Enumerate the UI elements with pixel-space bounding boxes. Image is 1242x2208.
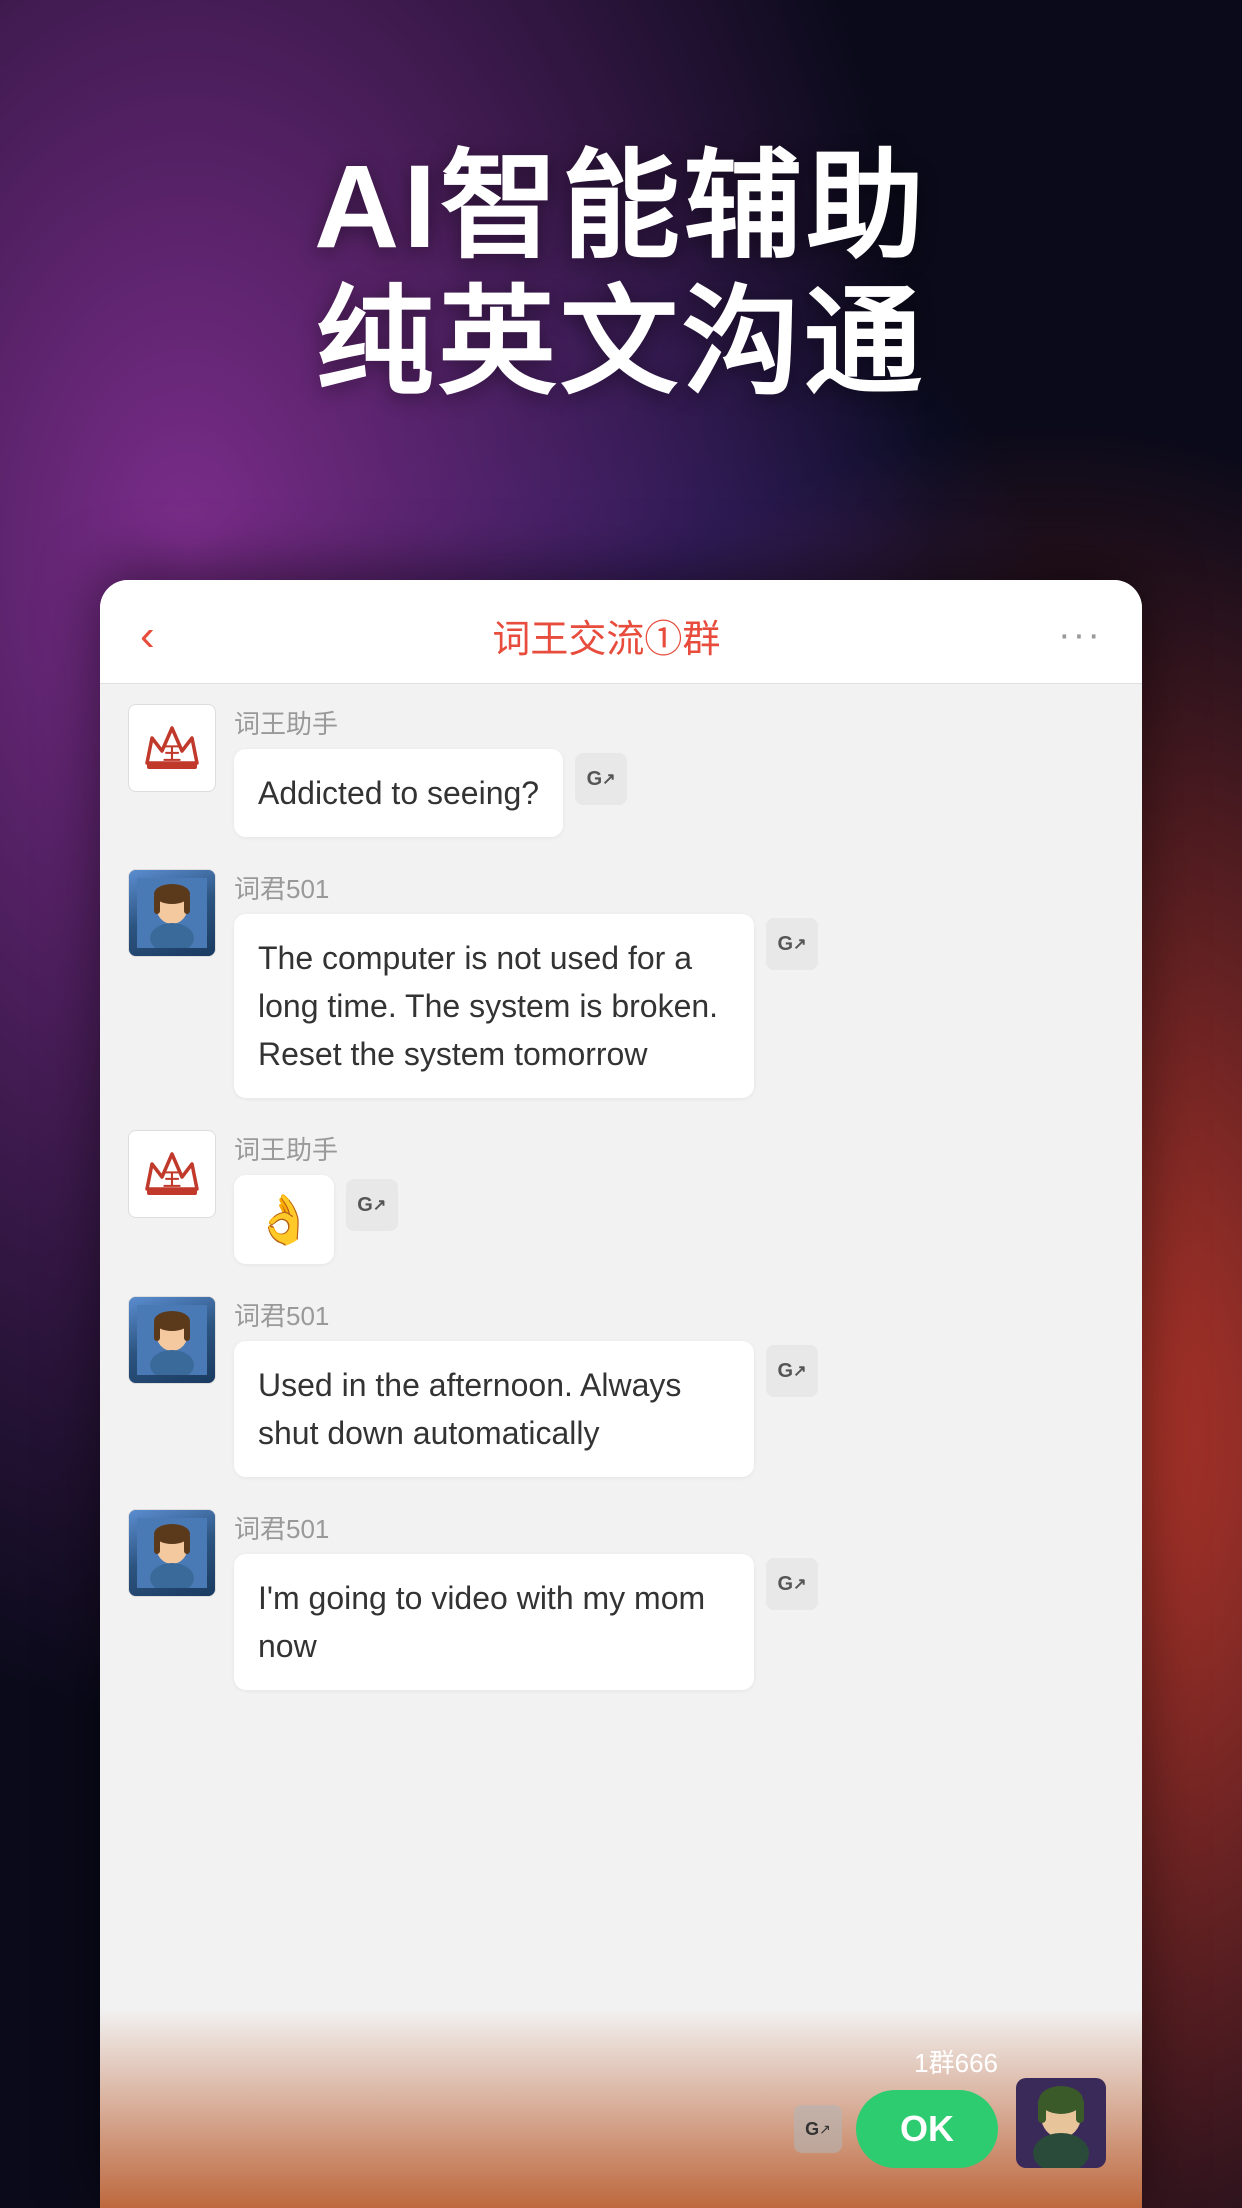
more-button[interactable]: ··· bbox=[1058, 614, 1102, 657]
message-content: 词君501 Used in the afternoon. Always shut… bbox=[234, 1296, 1114, 1477]
message-row: 词君501 The computer is not used for a lon… bbox=[128, 869, 1114, 1098]
translate-button[interactable]: G↗ bbox=[794, 2105, 842, 2153]
translate-icon[interactable]: G↗ bbox=[575, 753, 627, 805]
message-row: 王 词王助手 Addicted to seeing? G↗ bbox=[128, 704, 1114, 837]
bottom-bar: 1群666 G↗ OK bbox=[100, 2008, 1142, 2208]
bubble-row: I'm going to video with my mom now G↗ bbox=[234, 1554, 1114, 1690]
bubble-row: 👌 G↗ bbox=[234, 1175, 1114, 1264]
chat-header: ‹ 词王交流①群 ··· bbox=[100, 580, 1142, 684]
message-row: 词君501 Used in the afternoon. Always shut… bbox=[128, 1296, 1114, 1477]
translate-icon[interactable]: G↗ bbox=[766, 1345, 818, 1397]
translate-icon[interactable]: G↗ bbox=[766, 918, 818, 970]
chat-window: ‹ 词王交流①群 ··· 王 词王助手 Addicted to bbox=[100, 580, 1142, 2208]
ok-button[interactable]: OK bbox=[856, 2090, 998, 2168]
user-avatar-svg bbox=[137, 1305, 207, 1375]
hero-line2: 纯英文沟通 bbox=[316, 277, 926, 409]
user-avatar-icon bbox=[129, 1297, 215, 1383]
user-avatar-svg bbox=[137, 1518, 207, 1588]
message-bubble: The computer is not used for a long time… bbox=[234, 914, 754, 1098]
user-avatar-icon bbox=[129, 1510, 215, 1596]
assistant-avatar-icon: 王 bbox=[137, 713, 207, 783]
sender-name: 词王助手 bbox=[234, 704, 1114, 741]
bottom-spacer bbox=[128, 1722, 1114, 1922]
svg-text:王: 王 bbox=[163, 1170, 181, 1190]
sender-name: 词君501 bbox=[234, 1509, 1114, 1546]
message-content: 词王助手 👌 G↗ bbox=[234, 1130, 1114, 1264]
message-bubble: I'm going to video with my mom now bbox=[234, 1554, 754, 1690]
group-badge: 1群666 bbox=[914, 2043, 998, 2080]
bubble-row: Used in the afternoon. Always shut down … bbox=[234, 1341, 1114, 1477]
message-bubble: Used in the afternoon. Always shut down … bbox=[234, 1341, 754, 1477]
avatar: 王 bbox=[128, 704, 216, 792]
assistant-avatar-icon: 王 bbox=[137, 1139, 207, 1209]
translate-icon[interactable]: G↗ bbox=[766, 1558, 818, 1610]
avatar bbox=[128, 1509, 216, 1597]
bottom-actions: G↗ OK bbox=[794, 2090, 998, 2168]
svg-text:王: 王 bbox=[163, 744, 181, 764]
avatar: 王 bbox=[128, 1130, 216, 1218]
bubble-row: Addicted to seeing? G↗ bbox=[234, 749, 1114, 837]
bubble-row: The computer is not used for a long time… bbox=[234, 914, 1114, 1098]
back-button[interactable]: ‹ bbox=[140, 614, 155, 658]
chat-body: 王 词王助手 Addicted to seeing? G↗ bbox=[100, 684, 1142, 2192]
sender-name: 词王助手 bbox=[234, 1130, 1114, 1167]
hero-title: AI智能辅助 纯英文沟通 bbox=[0, 140, 1242, 411]
bottom-avatar-icon bbox=[1016, 2078, 1106, 2168]
translate-icon[interactable]: G↗ bbox=[346, 1179, 398, 1231]
chat-title: 词王交流①群 bbox=[492, 608, 720, 663]
message-bubble: Addicted to seeing? bbox=[234, 749, 563, 837]
hero-line1: AI智能辅助 bbox=[314, 141, 928, 273]
bottom-avatar bbox=[1016, 2078, 1106, 2168]
message-row: 词君501 I'm going to video with my mom now… bbox=[128, 1509, 1114, 1690]
message-content: 词君501 The computer is not used for a lon… bbox=[234, 869, 1114, 1098]
avatar bbox=[128, 869, 216, 957]
emoji-bubble: 👌 bbox=[234, 1175, 334, 1264]
bottom-right-group: 1群666 G↗ OK bbox=[794, 2043, 998, 2168]
hero-section: AI智能辅助 纯英文沟通 bbox=[0, 140, 1242, 411]
avatar bbox=[128, 1296, 216, 1384]
message-row: 王 词王助手 👌 G↗ bbox=[128, 1130, 1114, 1264]
message-content: 词君501 I'm going to video with my mom now… bbox=[234, 1509, 1114, 1690]
user-avatar-svg bbox=[137, 878, 207, 948]
sender-name: 词君501 bbox=[234, 1296, 1114, 1333]
user-avatar-icon bbox=[129, 870, 215, 956]
message-content: 词王助手 Addicted to seeing? G↗ bbox=[234, 704, 1114, 837]
sender-name: 词君501 bbox=[234, 869, 1114, 906]
